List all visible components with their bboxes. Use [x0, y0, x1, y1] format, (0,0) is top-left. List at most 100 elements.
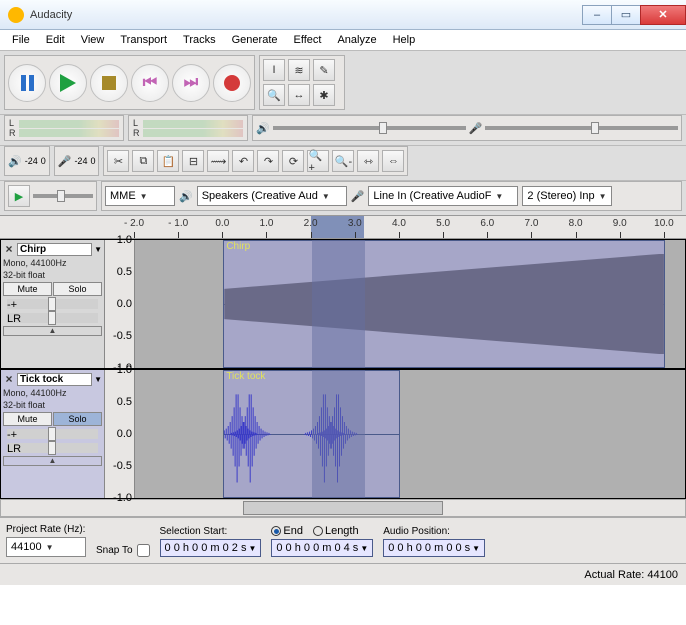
track-control-panel[interactable]: ×Tick tock▼ Mono, 44100Hz 32-bit float M…: [1, 370, 105, 498]
fit-project-icon[interactable]: ⇔: [382, 150, 404, 172]
status-bar: Actual Rate: 44100: [0, 563, 686, 585]
speaker-icon: 🔊: [256, 122, 270, 135]
record-button[interactable]: [213, 64, 251, 102]
sync-lock-icon[interactable]: ⟳: [282, 150, 304, 172]
length-radio[interactable]: Length: [313, 525, 359, 537]
play-button[interactable]: [49, 64, 87, 102]
menu-help[interactable]: Help: [385, 32, 424, 48]
stop-button[interactable]: [90, 64, 128, 102]
vertical-scale[interactable]: 1.00.50.0-0.5-1.0: [105, 370, 135, 498]
gain-slider[interactable]: -+: [7, 429, 98, 439]
input-channels-dropdown[interactable]: 2 (Stereo) Inp▼: [522, 186, 612, 206]
draw-tool-icon[interactable]: ✎: [313, 59, 335, 81]
pan-slider[interactable]: LR: [7, 313, 98, 323]
redo-icon[interactable]: ↷: [257, 150, 279, 172]
meter-r-label: R: [9, 128, 17, 138]
menubar: File Edit View Transport Tracks Generate…: [0, 30, 686, 50]
playback-meter[interactable]: L R: [4, 115, 124, 141]
silence-icon[interactable]: ⟿: [207, 150, 229, 172]
skip-end-button[interactable]: ⏭: [172, 64, 210, 102]
output-volume-slider[interactable]: [273, 126, 466, 130]
meter-tick-b: 0: [41, 156, 46, 166]
collapse-button[interactable]: ▲: [3, 456, 102, 466]
vscale-tick: -0.5: [113, 330, 132, 342]
track-name[interactable]: Chirp: [17, 243, 92, 256]
play-at-speed-icon[interactable]: ▶: [8, 185, 30, 207]
trim-icon[interactable]: ⊟: [182, 150, 204, 172]
track-control-panel[interactable]: ×Chirp▼ Mono, 44100Hz 32-bit float MuteS…: [1, 240, 105, 368]
vscale-tick: -0.5: [113, 460, 132, 472]
track-row: ×Tick tock▼ Mono, 44100Hz 32-bit float M…: [0, 369, 686, 499]
toolbar-row-4: ▶ MME▼ 🔊 Speakers (Creative Aud▼ 🎤 Line …: [0, 180, 686, 215]
waveform-display[interactable]: Chirp: [135, 240, 685, 368]
vertical-scale[interactable]: 1.00.50.0-0.5-1.0: [105, 240, 135, 368]
menu-effect[interactable]: Effect: [286, 32, 330, 48]
selection-overlay: [312, 240, 365, 368]
skip-start-button[interactable]: ⏮: [131, 64, 169, 102]
pause-button[interactable]: [8, 64, 46, 102]
maximize-button[interactable]: ▭: [611, 5, 641, 25]
minimize-button[interactable]: –: [582, 5, 612, 25]
track-row: ×Chirp▼ Mono, 44100Hz 32-bit float MuteS…: [0, 239, 686, 369]
project-rate-label: Project Rate (Hz):: [6, 524, 86, 535]
waveform-display[interactable]: Tick tock: [135, 370, 685, 498]
ruler-tick: 6.0: [480, 218, 494, 229]
track-area: ×Chirp▼ Mono, 44100Hz 32-bit float MuteS…: [0, 239, 686, 499]
menu-tracks[interactable]: Tracks: [175, 32, 224, 48]
solo-button[interactable]: Solo: [53, 412, 102, 426]
record-meter[interactable]: L R: [128, 115, 248, 141]
close-track-icon[interactable]: ×: [3, 242, 15, 256]
track-menu-icon[interactable]: ▼: [94, 245, 102, 254]
undo-icon[interactable]: ↶: [232, 150, 254, 172]
paste-icon[interactable]: 📋: [157, 150, 179, 172]
gain-slider[interactable]: -+: [7, 299, 98, 309]
ruler-tick: 7.0: [524, 218, 538, 229]
playback-level-toolbar: 🔊 -24 0: [4, 146, 50, 176]
meter-l-label: L: [9, 118, 17, 128]
envelope-tool-icon[interactable]: ≋: [288, 59, 310, 81]
mute-button[interactable]: Mute: [3, 282, 52, 296]
menu-analyze[interactable]: Analyze: [329, 32, 384, 48]
end-radio[interactable]: End: [271, 525, 303, 537]
ruler-tick: 5.0: [436, 218, 450, 229]
snap-to-checkbox[interactable]: [137, 544, 150, 557]
mute-button[interactable]: Mute: [3, 412, 52, 426]
selection-end-field[interactable]: 0 0 h 0 0 m 0 4 s▼: [271, 539, 373, 557]
menu-view[interactable]: View: [73, 32, 113, 48]
audio-position-field[interactable]: 0 0 h 0 0 m 0 0 s▼: [383, 539, 485, 557]
menu-generate[interactable]: Generate: [224, 32, 286, 48]
audio-clip[interactable]: Chirp: [223, 240, 665, 368]
track-menu-icon[interactable]: ▼: [94, 375, 102, 384]
close-track-icon[interactable]: ×: [3, 372, 15, 386]
menu-edit[interactable]: Edit: [38, 32, 73, 48]
titlebar: Audacity – ▭ ✕: [0, 0, 686, 30]
project-rate-dropdown[interactable]: 44100▼: [6, 537, 86, 557]
collapse-button[interactable]: ▲: [3, 326, 102, 336]
menu-file[interactable]: File: [4, 32, 38, 48]
input-volume-slider[interactable]: [485, 126, 678, 130]
zoom-tool-icon[interactable]: 🔍: [263, 84, 285, 106]
ruler-tick: 10.0: [654, 218, 673, 229]
fit-selection-icon[interactable]: ⇿: [357, 150, 379, 172]
multi-tool-icon[interactable]: ✱: [313, 84, 335, 106]
timeline-ruler[interactable]: - 2.0- 1.00.01.02.03.04.05.06.07.08.09.0…: [0, 215, 686, 239]
actual-rate-label: Actual Rate: 44100: [584, 569, 678, 581]
zoom-in-icon[interactable]: 🔍+: [307, 150, 329, 172]
copy-icon[interactable]: ⧉: [132, 150, 154, 172]
pan-slider[interactable]: LR: [7, 443, 98, 453]
output-device-dropdown[interactable]: Speakers (Creative Aud▼: [197, 186, 347, 206]
menu-transport[interactable]: Transport: [112, 32, 175, 48]
zoom-out-icon[interactable]: 🔍-: [332, 150, 354, 172]
selection-tool-icon[interactable]: I: [263, 59, 285, 81]
close-button[interactable]: ✕: [640, 5, 686, 25]
timeshift-tool-icon[interactable]: ↔: [288, 84, 310, 106]
track-name[interactable]: Tick tock: [17, 373, 92, 386]
horizontal-scrollbar[interactable]: [0, 499, 686, 517]
audio-host-dropdown[interactable]: MME▼: [105, 186, 175, 206]
selection-start-field[interactable]: 0 0 h 0 0 m 0 2 s▼: [160, 539, 262, 557]
input-device-dropdown[interactable]: Line In (Creative AudioF▼: [368, 186, 518, 206]
solo-button[interactable]: Solo: [53, 282, 102, 296]
cut-icon[interactable]: ✂: [107, 150, 129, 172]
selection-overlay: [312, 370, 365, 498]
play-speed-slider[interactable]: [33, 194, 93, 198]
